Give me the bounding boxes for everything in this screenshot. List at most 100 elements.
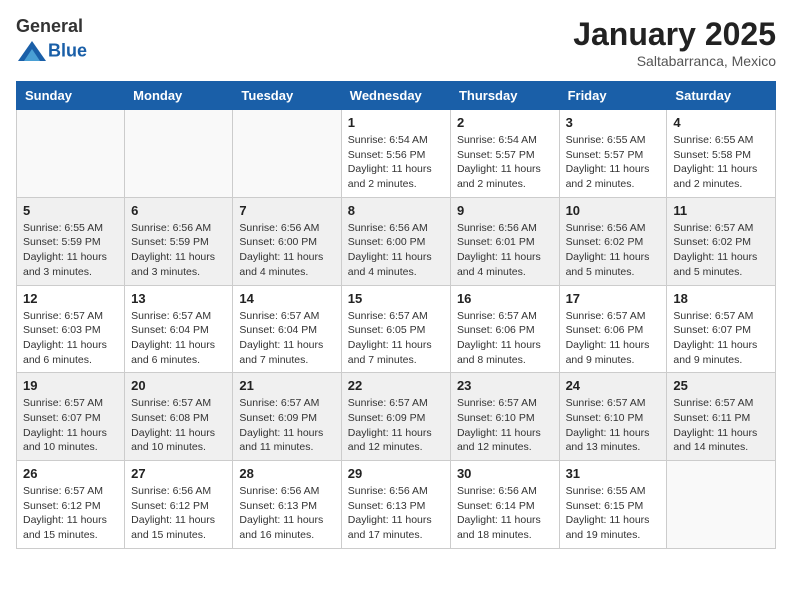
day-info: Sunrise: 6:54 AM Sunset: 5:57 PM Dayligh… <box>457 133 553 192</box>
calendar-cell: 31 Sunrise: 6:55 AM Sunset: 6:15 PM Dayli… <box>559 461 667 549</box>
calendar-cell: 13 Sunrise: 6:57 AM Sunset: 6:04 PM Dayli… <box>125 285 233 373</box>
calendar-cell: 3 Sunrise: 6:55 AM Sunset: 5:57 PM Daylig… <box>559 110 667 198</box>
day-number: 27 <box>131 466 226 481</box>
title-block: January 2025 Saltabarranca, Mexico <box>573 16 776 69</box>
logo-icon <box>18 37 46 65</box>
day-info: Sunrise: 6:57 AM Sunset: 6:12 PM Dayligh… <box>23 484 118 543</box>
calendar-week-row-1: 1Sunrise: 6:54 AM Sunset: 5:56 PM Daylig… <box>17 110 776 198</box>
weekday-header-thursday: Thursday <box>450 82 559 110</box>
weekday-header-tuesday: Tuesday <box>233 82 341 110</box>
day-info: Sunrise: 6:56 AM Sunset: 6:00 PM Dayligh… <box>239 221 334 280</box>
day-number: 21 <box>239 378 334 393</box>
calendar-cell: 9 Sunrise: 6:56 AM Sunset: 6:01 PM Daylig… <box>450 197 559 285</box>
day-info: Sunrise: 6:56 AM Sunset: 6:12 PM Dayligh… <box>131 484 226 543</box>
day-info: Sunrise: 6:54 AM Sunset: 5:56 PM Dayligh… <box>348 133 444 192</box>
calendar-cell <box>17 110 125 198</box>
calendar-cell: 11 Sunrise: 6:57 AM Sunset: 6:02 PM Dayli… <box>667 197 776 285</box>
day-number: 22 <box>348 378 444 393</box>
day-info: Sunrise: 6:57 AM Sunset: 6:11 PM Dayligh… <box>673 396 769 455</box>
day-number: 14 <box>239 291 334 306</box>
calendar-cell: 2 Sunrise: 6:54 AM Sunset: 5:57 PM Daylig… <box>450 110 559 198</box>
day-number: 29 <box>348 466 444 481</box>
logo-text: General Blue <box>16 16 87 65</box>
day-number: 3 <box>566 115 661 130</box>
calendar-cell: 22Sunrise: 6:57 AM Sunset: 6:09 PM Dayli… <box>341 373 450 461</box>
calendar-week-row-5: 26 Sunrise: 6:57 AM Sunset: 6:12 PM Dayli… <box>17 461 776 549</box>
day-number: 17 <box>566 291 661 306</box>
calendar-cell: 6 Sunrise: 6:56 AM Sunset: 5:59 PM Daylig… <box>125 197 233 285</box>
day-info: Sunrise: 6:56 AM Sunset: 6:00 PM Dayligh… <box>348 221 444 280</box>
day-info: Sunrise: 6:57 AM Sunset: 6:03 PM Dayligh… <box>23 309 118 368</box>
calendar-cell <box>667 461 776 549</box>
day-info: Sunrise: 6:57 AM Sunset: 6:06 PM Dayligh… <box>566 309 661 368</box>
day-info: Sunrise: 6:56 AM Sunset: 6:01 PM Dayligh… <box>457 221 553 280</box>
day-number: 10 <box>566 203 661 218</box>
day-number: 6 <box>131 203 226 218</box>
day-info: Sunrise: 6:57 AM Sunset: 6:05 PM Dayligh… <box>348 309 444 368</box>
calendar-cell: 20 Sunrise: 6:57 AM Sunset: 6:08 PM Dayli… <box>125 373 233 461</box>
calendar-cell: 21Sunrise: 6:57 AM Sunset: 6:09 PM Dayli… <box>233 373 341 461</box>
day-info: Sunrise: 6:57 AM Sunset: 6:06 PM Dayligh… <box>457 309 553 368</box>
day-number: 7 <box>239 203 334 218</box>
day-info: Sunrise: 6:57 AM Sunset: 6:07 PM Dayligh… <box>23 396 118 455</box>
calendar-cell: 12 Sunrise: 6:57 AM Sunset: 6:03 PM Dayli… <box>17 285 125 373</box>
day-info: Sunrise: 6:57 AM Sunset: 6:10 PM Dayligh… <box>457 396 553 455</box>
calendar-cell: 17 Sunrise: 6:57 AM Sunset: 6:06 PM Dayli… <box>559 285 667 373</box>
day-number: 18 <box>673 291 769 306</box>
day-info: Sunrise: 6:57 AM Sunset: 6:08 PM Dayligh… <box>131 396 226 455</box>
day-info: Sunrise: 6:56 AM Sunset: 5:59 PM Dayligh… <box>131 221 226 280</box>
weekday-header-wednesday: Wednesday <box>341 82 450 110</box>
day-number: 24 <box>566 378 661 393</box>
day-info: Sunrise: 6:55 AM Sunset: 6:15 PM Dayligh… <box>566 484 661 543</box>
day-number: 16 <box>457 291 553 306</box>
calendar-cell: 23Sunrise: 6:57 AM Sunset: 6:10 PM Dayli… <box>450 373 559 461</box>
day-info: Sunrise: 6:57 AM Sunset: 6:02 PM Dayligh… <box>673 221 769 280</box>
logo: General Blue <box>16 16 87 65</box>
day-number: 30 <box>457 466 553 481</box>
day-info: Sunrise: 6:55 AM Sunset: 5:57 PM Dayligh… <box>566 133 661 192</box>
page-header: General Blue January 2025 Saltabarranca,… <box>16 16 776 69</box>
calendar-cell: 26 Sunrise: 6:57 AM Sunset: 6:12 PM Dayli… <box>17 461 125 549</box>
day-number: 4 <box>673 115 769 130</box>
day-info: Sunrise: 6:57 AM Sunset: 6:04 PM Dayligh… <box>131 309 226 368</box>
weekday-header-saturday: Saturday <box>667 82 776 110</box>
day-number: 11 <box>673 203 769 218</box>
day-number: 5 <box>23 203 118 218</box>
day-info: Sunrise: 6:56 AM Sunset: 6:02 PM Dayligh… <box>566 221 661 280</box>
day-number: 8 <box>348 203 444 218</box>
calendar-cell <box>125 110 233 198</box>
day-number: 2 <box>457 115 553 130</box>
calendar-cell: 29 Sunrise: 6:56 AM Sunset: 6:13 PM Dayli… <box>341 461 450 549</box>
day-number: 19 <box>23 378 118 393</box>
day-number: 20 <box>131 378 226 393</box>
calendar-table: SundayMondayTuesdayWednesdayThursdayFrid… <box>16 81 776 549</box>
day-info: Sunrise: 6:56 AM Sunset: 6:13 PM Dayligh… <box>348 484 444 543</box>
day-info: Sunrise: 6:57 AM Sunset: 6:07 PM Dayligh… <box>673 309 769 368</box>
calendar-cell: 8 Sunrise: 6:56 AM Sunset: 6:00 PM Daylig… <box>341 197 450 285</box>
day-info: Sunrise: 6:56 AM Sunset: 6:14 PM Dayligh… <box>457 484 553 543</box>
day-number: 26 <box>23 466 118 481</box>
day-number: 28 <box>239 466 334 481</box>
day-number: 15 <box>348 291 444 306</box>
calendar-cell: 30 Sunrise: 6:56 AM Sunset: 6:14 PM Dayli… <box>450 461 559 549</box>
day-number: 9 <box>457 203 553 218</box>
calendar-cell: 24 Sunrise: 6:57 AM Sunset: 6:10 PM Dayli… <box>559 373 667 461</box>
calendar-cell <box>233 110 341 198</box>
weekday-header-monday: Monday <box>125 82 233 110</box>
weekday-header-sunday: Sunday <box>17 82 125 110</box>
day-number: 31 <box>566 466 661 481</box>
month-year-title: January 2025 <box>573 16 776 53</box>
day-info: Sunrise: 6:57 AM Sunset: 6:10 PM Dayligh… <box>566 396 661 455</box>
calendar-cell: 16 Sunrise: 6:57 AM Sunset: 6:06 PM Dayli… <box>450 285 559 373</box>
calendar-cell: 18 Sunrise: 6:57 AM Sunset: 6:07 PM Dayli… <box>667 285 776 373</box>
calendar-cell: 27 Sunrise: 6:56 AM Sunset: 6:12 PM Dayli… <box>125 461 233 549</box>
day-number: 13 <box>131 291 226 306</box>
calendar-week-row-3: 12 Sunrise: 6:57 AM Sunset: 6:03 PM Dayli… <box>17 285 776 373</box>
day-info: Sunrise: 6:55 AM Sunset: 5:59 PM Dayligh… <box>23 221 118 280</box>
calendar-week-row-4: 19 Sunrise: 6:57 AM Sunset: 6:07 PM Dayli… <box>17 373 776 461</box>
calendar-cell: 4Sunrise: 6:55 AM Sunset: 5:58 PM Daylig… <box>667 110 776 198</box>
calendar-week-row-2: 5 Sunrise: 6:55 AM Sunset: 5:59 PM Daylig… <box>17 197 776 285</box>
day-number: 12 <box>23 291 118 306</box>
calendar-cell: 25Sunrise: 6:57 AM Sunset: 6:11 PM Dayli… <box>667 373 776 461</box>
weekday-header-friday: Friday <box>559 82 667 110</box>
